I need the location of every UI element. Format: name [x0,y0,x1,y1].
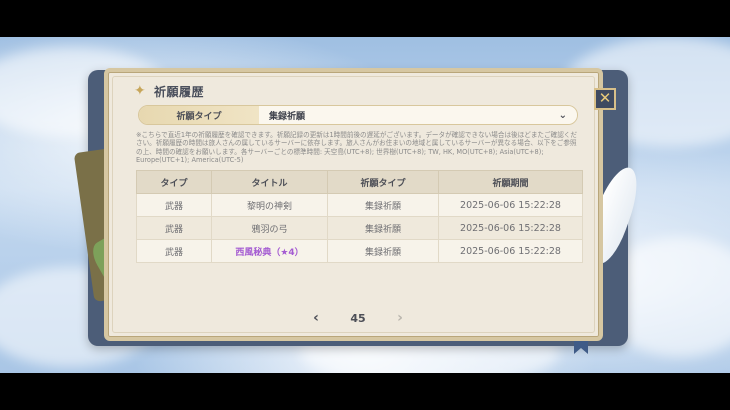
cell-time: 2025-06-06 15:22:28 [438,193,583,217]
page-title: 祈願履歴 [154,84,205,99]
cell-wish-type: 集録祈願 [327,193,439,217]
current-page-number: 45 [350,311,366,325]
cell-title: 黎明の神剣 [211,193,328,217]
column-header-type: タイプ [136,170,212,194]
cell-title-rare: 西風秘典（★4） [211,239,328,263]
close-button[interactable]: ✕ [594,88,616,110]
table-row: 武器 黎明の神剣 集録祈願 2025-06-06 15:22:28 [136,193,583,217]
cell-type: 武器 [136,239,212,263]
cell-type: 武器 [136,216,212,240]
table-header-row: タイプ タイトル 祈願タイプ 祈願期間 [136,170,583,194]
cell-wish-type: 集録祈願 [327,216,439,240]
wish-history-table: タイプ タイトル 祈願タイプ 祈願期間 武器 黎明の神剣 集録祈願 2025-0… [136,170,583,263]
column-header-wish-type: 祈願タイプ [327,170,439,194]
next-page-button[interactable]: › [392,310,408,326]
cell-title: 鴉羽の弓 [211,216,328,240]
chevron-down-icon[interactable]: ⌄ [559,110,567,121]
wish-type-selected: 集録祈願 [269,111,306,122]
prev-page-button[interactable]: ‹ [308,310,324,326]
table-row: 武器 鴉羽の弓 集録祈願 2025-06-06 15:22:28 [136,216,583,240]
table-row: 武器 西風秘典（★4） 集録祈願 2025-06-06 15:22:28 [136,239,583,263]
column-header-time: 祈願期間 [438,170,583,194]
cell-wish-type: 集録祈願 [327,239,439,263]
wish-type-dropdown[interactable]: 集録祈願 ⌄ [259,106,577,124]
cell-time: 2025-06-06 15:22:28 [438,239,583,263]
column-header-title: タイトル [211,170,328,194]
wish-history-panel: ✦ 祈願履歴 祈願タイプ 集録祈願 ⌄ ※こちらで直近1年の祈願履歴を確認できま… [104,68,603,341]
cell-time: 2025-06-06 15:22:28 [438,216,583,240]
cell-type: 武器 [136,193,212,217]
panel-header: ✦ 祈願履歴 [134,82,204,100]
letterbox-top [0,0,730,37]
pagination: ‹ 45 › [308,307,408,329]
sparkle-icon: ✦ [134,83,146,99]
wish-type-selector[interactable]: 祈願タイプ 集録祈願 ⌄ [138,105,578,125]
wish-type-label: 祈願タイプ [139,106,259,124]
letterbox-bottom [0,373,730,410]
notice-text: ※こちらで直近1年の祈願履歴を確認できます。祈願記録の更新は1時間前後の遅延がご… [136,131,577,165]
